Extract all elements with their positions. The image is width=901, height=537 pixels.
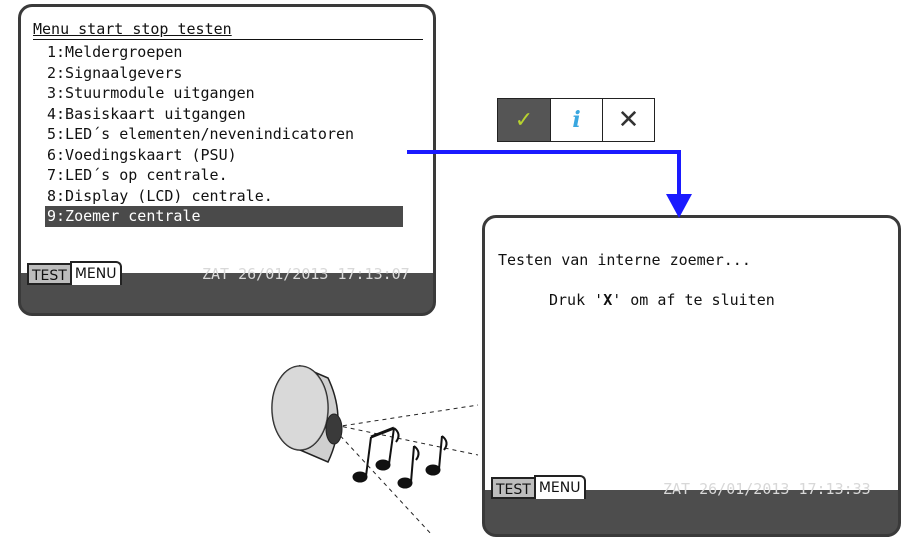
diagram-overlay [271,150,692,536]
flow-arrow [407,150,692,218]
sound-lines [334,404,479,536]
buzzer-icon [271,364,343,463]
music-notes-icon [352,426,448,489]
